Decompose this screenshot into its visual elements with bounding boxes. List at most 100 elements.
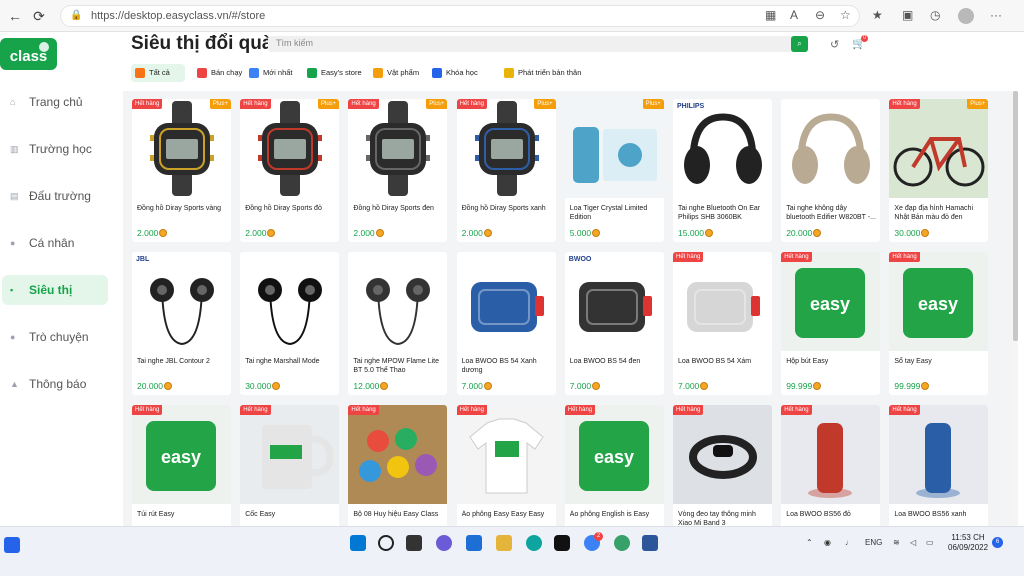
product-image	[565, 252, 664, 351]
explorer-icon[interactable]	[496, 535, 512, 551]
search-task-icon[interactable]	[378, 535, 394, 551]
word-icon[interactable]	[642, 535, 658, 551]
product-price: 5.000	[570, 228, 601, 238]
category-chip[interactable]: Easy's store	[303, 64, 363, 82]
edge-icon[interactable]	[526, 535, 542, 551]
product-card[interactable]: JBL Tai nghe JBL Contour 2 20.000	[132, 252, 231, 395]
product-card[interactable]: easy Hết hàng Áo phông English is Easy	[564, 405, 664, 526]
product-card[interactable]: Hết hàng Loa BWOO BS56 đỏ	[781, 405, 881, 526]
task-view-icon[interactable]	[406, 535, 422, 551]
product-card[interactable]: easy Hết hàng Sổ tay Easy 99.999	[889, 252, 989, 395]
product-card[interactable]: easy Hết hàng Túi rút Easy	[132, 405, 231, 526]
category-icon	[432, 68, 442, 78]
product-card[interactable]: Hết hàng Plus+ Xe đạp địa hình Hamachi Nhậ…	[889, 99, 989, 242]
product-card[interactable]: Hết hàng Áo phông Easy Easy Easy	[456, 405, 556, 526]
price-value: 15.000	[678, 228, 704, 238]
windows-start-icon[interactable]	[350, 535, 366, 551]
notification-badge[interactable]: 6	[992, 537, 1003, 548]
category-chip[interactable]: Vật phẩm	[369, 64, 422, 82]
product-image: easy	[889, 252, 989, 351]
clock[interactable]: 11:53 CH 06/09/2022	[948, 533, 988, 553]
product-card[interactable]: Tai nghe không dây bluetooth Edifier W82…	[781, 99, 881, 242]
price-value: 30.000	[245, 381, 272, 391]
reload-icon[interactable]: ⟳	[30, 7, 48, 25]
sidebar-item-3[interactable]: ● Cá nhân	[2, 228, 108, 258]
category-chip[interactable]: Khóa học	[428, 64, 494, 82]
category-chip[interactable]: Tất cả	[131, 64, 185, 82]
volume-icon[interactable]: ◁	[910, 538, 916, 547]
scrollbar[interactable]	[1013, 91, 1018, 526]
sidebar-item-1[interactable]: ▥ Trường học	[2, 134, 108, 164]
tray-chevron-icon[interactable]: ⌃	[806, 538, 813, 547]
logo-dot-icon	[39, 42, 49, 52]
address-bar[interactable]: 🔒 https://desktop.easyclass.vn/#/store	[60, 5, 860, 27]
sold-out-badge: Hết hàng	[132, 405, 163, 415]
product-card[interactable]: Tai nghe MPOW Flame Lite BT 5.0 Thể Thao…	[348, 252, 448, 395]
mail-app-icon[interactable]	[466, 535, 482, 551]
product-card[interactable]: Hết hàng Loa BWOO BS56 xanh	[889, 405, 989, 526]
product-card[interactable]: Hết hàng Vòng đeo tay thông minh Xiao Mi …	[673, 405, 772, 526]
globe-app-icon[interactable]	[614, 535, 630, 551]
menu-icon[interactable]: ···	[990, 8, 1002, 22]
favorite-icon[interactable]: ☆	[840, 8, 851, 22]
price-value: 7.000	[678, 381, 700, 391]
favorites-icon[interactable]: ★	[872, 8, 883, 22]
product-card[interactable]: Hết hàng Plus+ Đồng hồ Diray Sports vàng 2.…	[132, 99, 231, 242]
profile-icon[interactable]	[958, 8, 974, 24]
product-name: Loa BWOO BS56 xanh	[894, 511, 967, 518]
sidebar-item-label: Cá nhân	[29, 236, 75, 250]
category-chip[interactable]: Bán chạy	[193, 64, 242, 82]
cart-icon: ▪	[10, 285, 14, 295]
sidebar-item-2[interactable]: ▤ Đấu trường	[2, 181, 108, 211]
sidebar-item-5[interactable]: ● Trò chuyện	[2, 322, 108, 352]
product-card[interactable]: Hết hàng Plus+ Đồng hồ Diray Sports đỏ 2.00…	[240, 99, 340, 242]
product-card[interactable]: BWOOHết hàngLoa BWOO BS 54 Xám7.000	[673, 252, 772, 395]
product-card[interactable]: easy Hết hàng Hộp bút Easy 99.999	[781, 252, 881, 395]
url-text[interactable]: https://desktop.easyclass.vn/#/store	[91, 10, 265, 22]
category-chip[interactable]: Phát triển bản thân	[500, 64, 588, 82]
category-chip[interactable]: Mới nhất	[245, 64, 297, 82]
product-card[interactable]: Hết hàng Plus+ Đồng hồ Diray Sports đen 2.0…	[348, 99, 448, 242]
product-image	[673, 99, 772, 198]
history-icon[interactable]: ◷	[930, 8, 940, 22]
sidebar-item-0[interactable]: ⌂ Trang chủ	[2, 87, 108, 117]
battery-icon[interactable]: ▭	[926, 538, 934, 547]
scrollbar-thumb[interactable]	[1013, 91, 1018, 341]
product-card[interactable]: Hết hàng Plus+ Đồng hồ Diray Sports xanh 2.…	[456, 99, 556, 242]
search-icon[interactable]: ⌕	[791, 36, 808, 52]
product-card[interactable]: PHILIPS Tai nghe Bluetooth On Ear Philips…	[673, 99, 772, 242]
sidebar-item-4[interactable]: ▪ Siêu thị	[2, 275, 108, 305]
read-aloud-icon[interactable]: A	[790, 8, 798, 22]
zoom-icon[interactable]: ⊖	[815, 8, 825, 22]
start-widget-icon[interactable]	[4, 537, 20, 553]
product-card[interactable]: Loa BWOO BS 54 Xanh dương 7.000	[456, 252, 556, 395]
product-card[interactable]: BWOO Loa BWOO BS 54 đen 7.000	[564, 252, 664, 395]
lock-icon: 🔒	[70, 10, 83, 21]
product-card[interactable]: Plus+ Loa Tiger Crystal Limited Edition 5.…	[564, 99, 664, 242]
category-label: Mới nhất	[263, 68, 293, 77]
product-card[interactable]: Hết hàng Cốc Easy	[240, 405, 340, 526]
product-card[interactable]: Hết hàng Bộ 08 Huy hiệu Easy Class	[348, 405, 448, 526]
wifi-icon[interactable]: ≋	[893, 538, 900, 547]
back-icon[interactable]: ←	[6, 7, 24, 25]
product-card[interactable]: Tai nghe Marshall Mode 30.000	[240, 252, 340, 395]
sidebar-item-6[interactable]: ▲ Thông báo	[2, 369, 108, 399]
chat-app-icon[interactable]	[436, 535, 452, 551]
sold-out-badge: Hết hàng	[456, 99, 487, 109]
search-bar[interactable]: Tìm kiếm ⌕	[268, 36, 808, 52]
lang-label[interactable]: ENG	[865, 538, 882, 547]
tiktok-icon[interactable]	[554, 535, 570, 551]
sold-out-badge: Hết hàng	[889, 405, 920, 415]
apps-icon[interactable]: ▦	[765, 8, 776, 22]
logo[interactable]: class	[0, 38, 57, 70]
product-image	[348, 99, 447, 198]
collections-icon[interactable]: ▣	[902, 8, 913, 22]
mic-icon[interactable]: ♩	[845, 538, 853, 547]
product-image	[348, 252, 447, 351]
history-icon[interactable]: ↺	[830, 38, 839, 51]
search-input[interactable]: Tìm kiếm	[276, 38, 313, 48]
tray-app-icon[interactable]: ◉	[824, 538, 831, 547]
brand-label: JBL	[136, 256, 150, 263]
category-icon	[307, 68, 317, 78]
product-name: Túi rút Easy	[137, 511, 175, 518]
